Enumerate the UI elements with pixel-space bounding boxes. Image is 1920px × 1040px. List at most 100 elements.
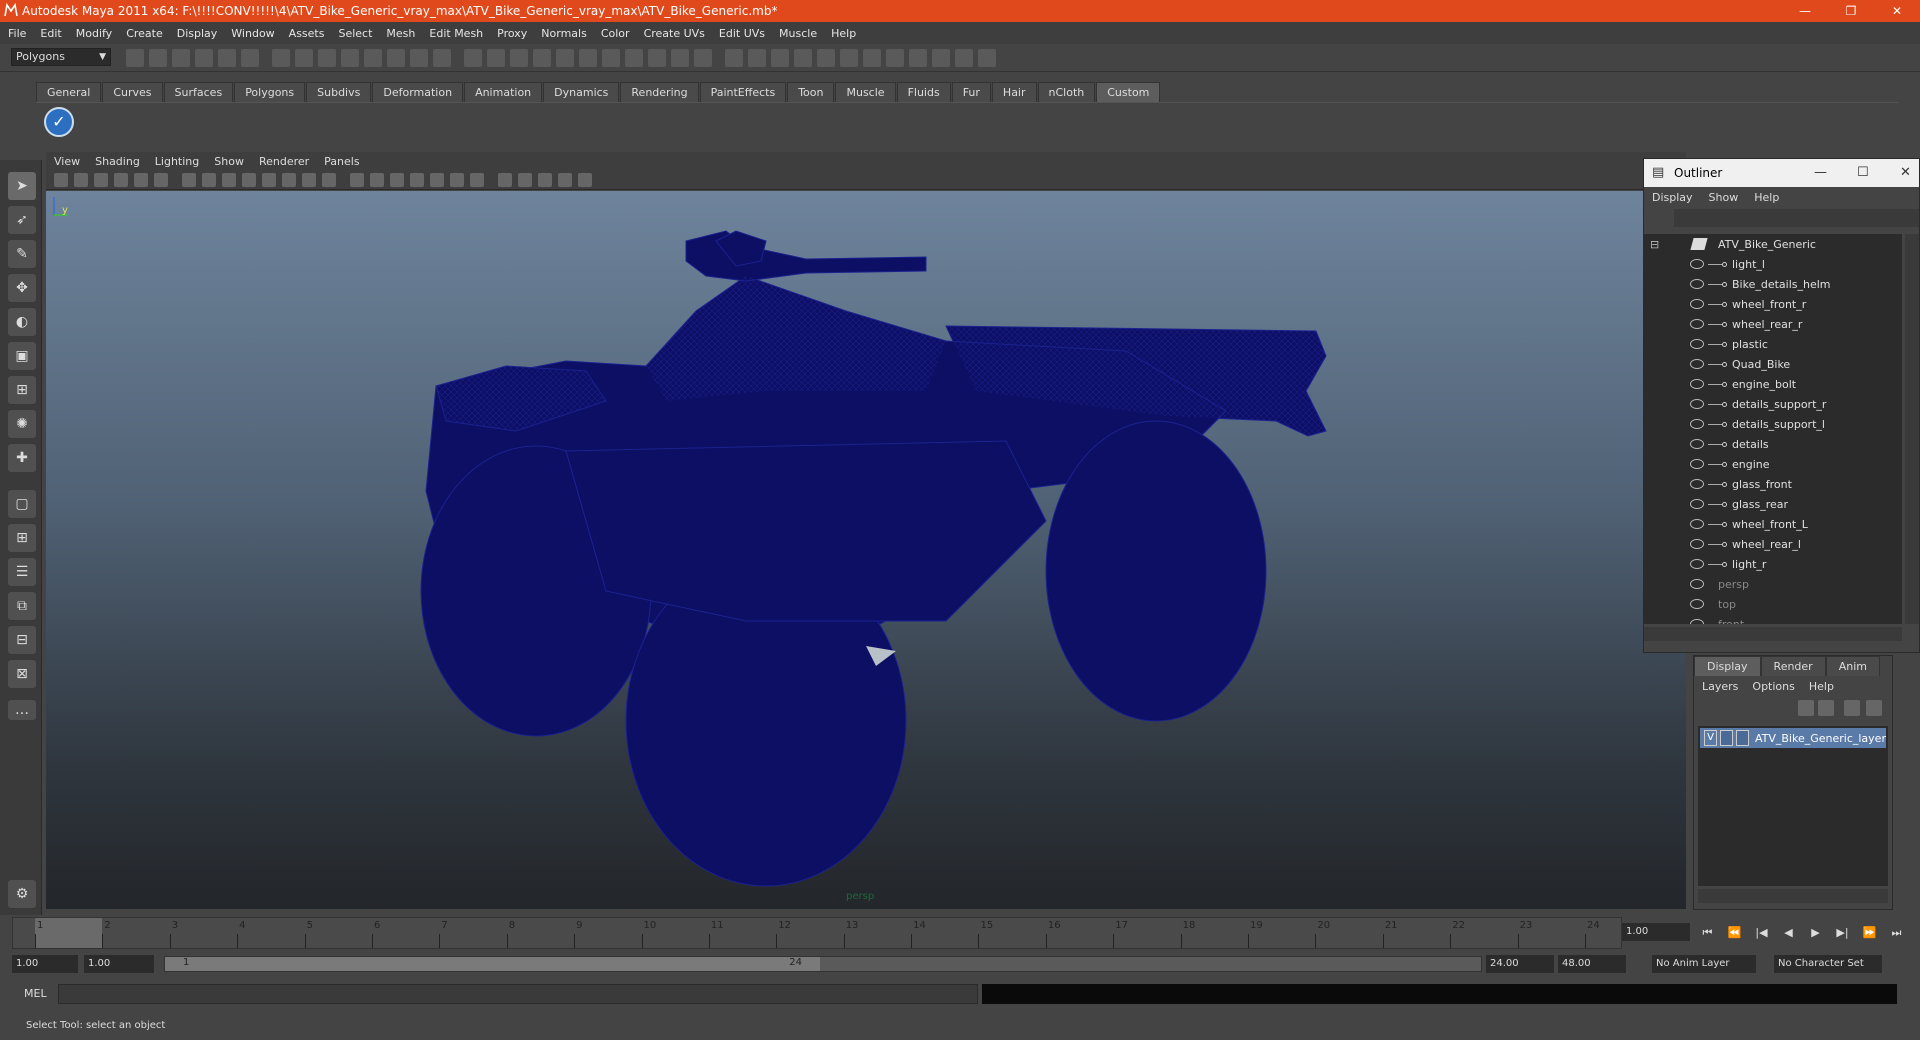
select-tool-icon[interactable]: ➤: [8, 172, 36, 200]
viewport-menu-shading[interactable]: Shading: [95, 155, 140, 168]
menu-normals[interactable]: Normals: [541, 27, 587, 40]
script-editor-icon[interactable]: ⚙: [8, 880, 36, 908]
outliner-item[interactable]: Bike_details_helm: [1644, 274, 1902, 294]
command-language-label[interactable]: MEL: [24, 987, 47, 1000]
custom-layout-icon[interactable]: ⊠: [8, 660, 36, 688]
status-line-tool-icon[interactable]: [909, 49, 927, 67]
viewport-tool-icon[interactable]: [498, 173, 512, 187]
manipulator-tool-icon[interactable]: ⊞: [8, 376, 36, 404]
status-line-tool-icon[interactable]: [771, 49, 789, 67]
menu-proxy[interactable]: Proxy: [497, 27, 527, 40]
menu-display[interactable]: Display: [177, 27, 218, 40]
viewport-tool-icon[interactable]: [558, 173, 572, 187]
viewport-persp[interactable]: y persp: [46, 191, 1686, 909]
shelf-tab-general[interactable]: General: [36, 82, 102, 102]
playback-start-field[interactable]: 1.00: [84, 955, 154, 973]
outliner-item[interactable]: glass_rear: [1644, 494, 1902, 514]
outliner-item[interactable]: wheel_front_L: [1644, 514, 1902, 534]
status-line-tool-icon[interactable]: [932, 49, 950, 67]
shelf-tab-animation[interactable]: Animation: [464, 82, 543, 102]
outliner-item[interactable]: details: [1644, 434, 1902, 454]
layer-tab-display[interactable]: Display: [1694, 656, 1761, 676]
range-slider[interactable]: 1 24: [164, 956, 1482, 972]
outliner-item[interactable]: wheel_rear_l: [1644, 534, 1902, 554]
outliner-vertical-scrollbar[interactable]: [1905, 234, 1919, 624]
status-line-tool-icon[interactable]: [671, 49, 689, 67]
menu-create-uvs[interactable]: Create UVs: [644, 27, 705, 40]
go-to-end-icon[interactable]: ⏭: [1883, 922, 1910, 944]
status-line-tool-icon[interactable]: [364, 49, 382, 67]
outliner-minimize-button[interactable]: —: [1814, 159, 1827, 187]
shelf-tab-surfaces[interactable]: Surfaces: [163, 82, 234, 102]
outliner-item[interactable]: engine: [1644, 454, 1902, 474]
layer-tab-render[interactable]: Render: [1760, 656, 1826, 676]
checkmark-icon[interactable]: ✓: [44, 107, 74, 137]
viewport-tool-icon[interactable]: [202, 173, 216, 187]
status-line-tool-icon[interactable]: [318, 49, 336, 67]
outliner-item[interactable]: wheel_front_r: [1644, 294, 1902, 314]
outliner-item[interactable]: details_support_r: [1644, 394, 1902, 414]
step-forward-frame-icon[interactable]: ▶|: [1829, 922, 1856, 944]
layer-menu-layers[interactable]: Layers: [1702, 680, 1738, 693]
status-line-tool-icon[interactable]: [978, 49, 996, 67]
shelf-tab-custom[interactable]: Custom: [1096, 82, 1161, 102]
outliner-close-button[interactable]: ✕: [1900, 159, 1911, 187]
step-back-frame-icon[interactable]: |◀: [1748, 922, 1775, 944]
menu-select[interactable]: Select: [338, 27, 372, 40]
close-button[interactable]: ✕: [1874, 0, 1920, 22]
viewport-tool-icon[interactable]: [538, 173, 552, 187]
move-tool-icon[interactable]: ✥: [8, 274, 36, 302]
status-line-tool-icon[interactable]: [579, 49, 597, 67]
shelf-tab-toon[interactable]: Toon: [787, 82, 835, 102]
outliner-item[interactable]: wheel_rear_r: [1644, 314, 1902, 334]
menu-edit-mesh[interactable]: Edit Mesh: [429, 27, 483, 40]
layer-tab-anim[interactable]: Anim: [1825, 656, 1880, 676]
layer-type-toggle[interactable]: [1719, 730, 1733, 746]
status-line-tool-icon[interactable]: [410, 49, 428, 67]
viewport-tool-icon[interactable]: [350, 173, 364, 187]
status-line-tool-icon[interactable]: [272, 49, 290, 67]
range-slider-handle[interactable]: 1 24: [165, 957, 820, 971]
layer-menu-options[interactable]: Options: [1752, 680, 1794, 693]
shelf-tab-rendering[interactable]: Rendering: [620, 82, 699, 102]
outliner-filter-field[interactable]: [1674, 209, 1919, 227]
current-frame-field[interactable]: 1.00: [1622, 923, 1690, 941]
status-line-tool-icon[interactable]: [863, 49, 881, 67]
viewport-tool-icon[interactable]: [74, 173, 88, 187]
outliner-camera-item[interactable]: persp: [1644, 574, 1902, 594]
new-empty-layer-icon[interactable]: [1844, 700, 1860, 716]
layer-menu-help[interactable]: Help: [1809, 680, 1834, 693]
viewport-menu-lighting[interactable]: Lighting: [155, 155, 199, 168]
soft-mod-tool-icon[interactable]: ✺: [8, 410, 36, 438]
menu-assets[interactable]: Assets: [289, 27, 325, 40]
shelf-tab-curves[interactable]: Curves: [102, 82, 163, 102]
outliner-item[interactable]: light_l: [1644, 254, 1902, 274]
menu-create[interactable]: Create: [126, 27, 163, 40]
play-backwards-icon[interactable]: ◀: [1775, 922, 1802, 944]
viewport-tool-icon[interactable]: [154, 173, 168, 187]
viewport-tool-icon[interactable]: [302, 173, 316, 187]
menu-edit-uvs[interactable]: Edit UVs: [719, 27, 765, 40]
shelf-tab-polygons[interactable]: Polygons: [234, 82, 306, 102]
viewport-tool-icon[interactable]: [410, 173, 424, 187]
menu-muscle[interactable]: Muscle: [779, 27, 817, 40]
outliner-menu-show[interactable]: Show: [1709, 191, 1739, 204]
menu-window[interactable]: Window: [231, 27, 274, 40]
outliner-menu-help[interactable]: Help: [1754, 191, 1779, 204]
viewport-tool-icon[interactable]: [222, 173, 236, 187]
status-line-tool-icon[interactable]: [510, 49, 528, 67]
shelf-tab-ncloth[interactable]: nCloth: [1037, 82, 1096, 102]
viewport-tool-icon[interactable]: [370, 173, 384, 187]
character-set-dropdown[interactable]: No Character Set: [1774, 955, 1882, 973]
status-line-tool-icon[interactable]: [241, 49, 259, 67]
menu-edit[interactable]: Edit: [40, 27, 61, 40]
last-tool-icon[interactable]: ✚: [8, 444, 36, 472]
go-to-start-icon[interactable]: ⏮: [1694, 922, 1721, 944]
menu-set-dropdown[interactable]: Polygons ▼: [11, 48, 111, 66]
outliner-item-root[interactable]: ⊟ ATV_Bike_Generic: [1644, 234, 1902, 254]
menu-color[interactable]: Color: [601, 27, 630, 40]
new-layer-selected-icon[interactable]: [1866, 700, 1882, 716]
status-line-tool-icon[interactable]: [433, 49, 451, 67]
status-line-tool-icon[interactable]: [464, 49, 482, 67]
lasso-tool-icon[interactable]: ➶: [8, 206, 36, 234]
